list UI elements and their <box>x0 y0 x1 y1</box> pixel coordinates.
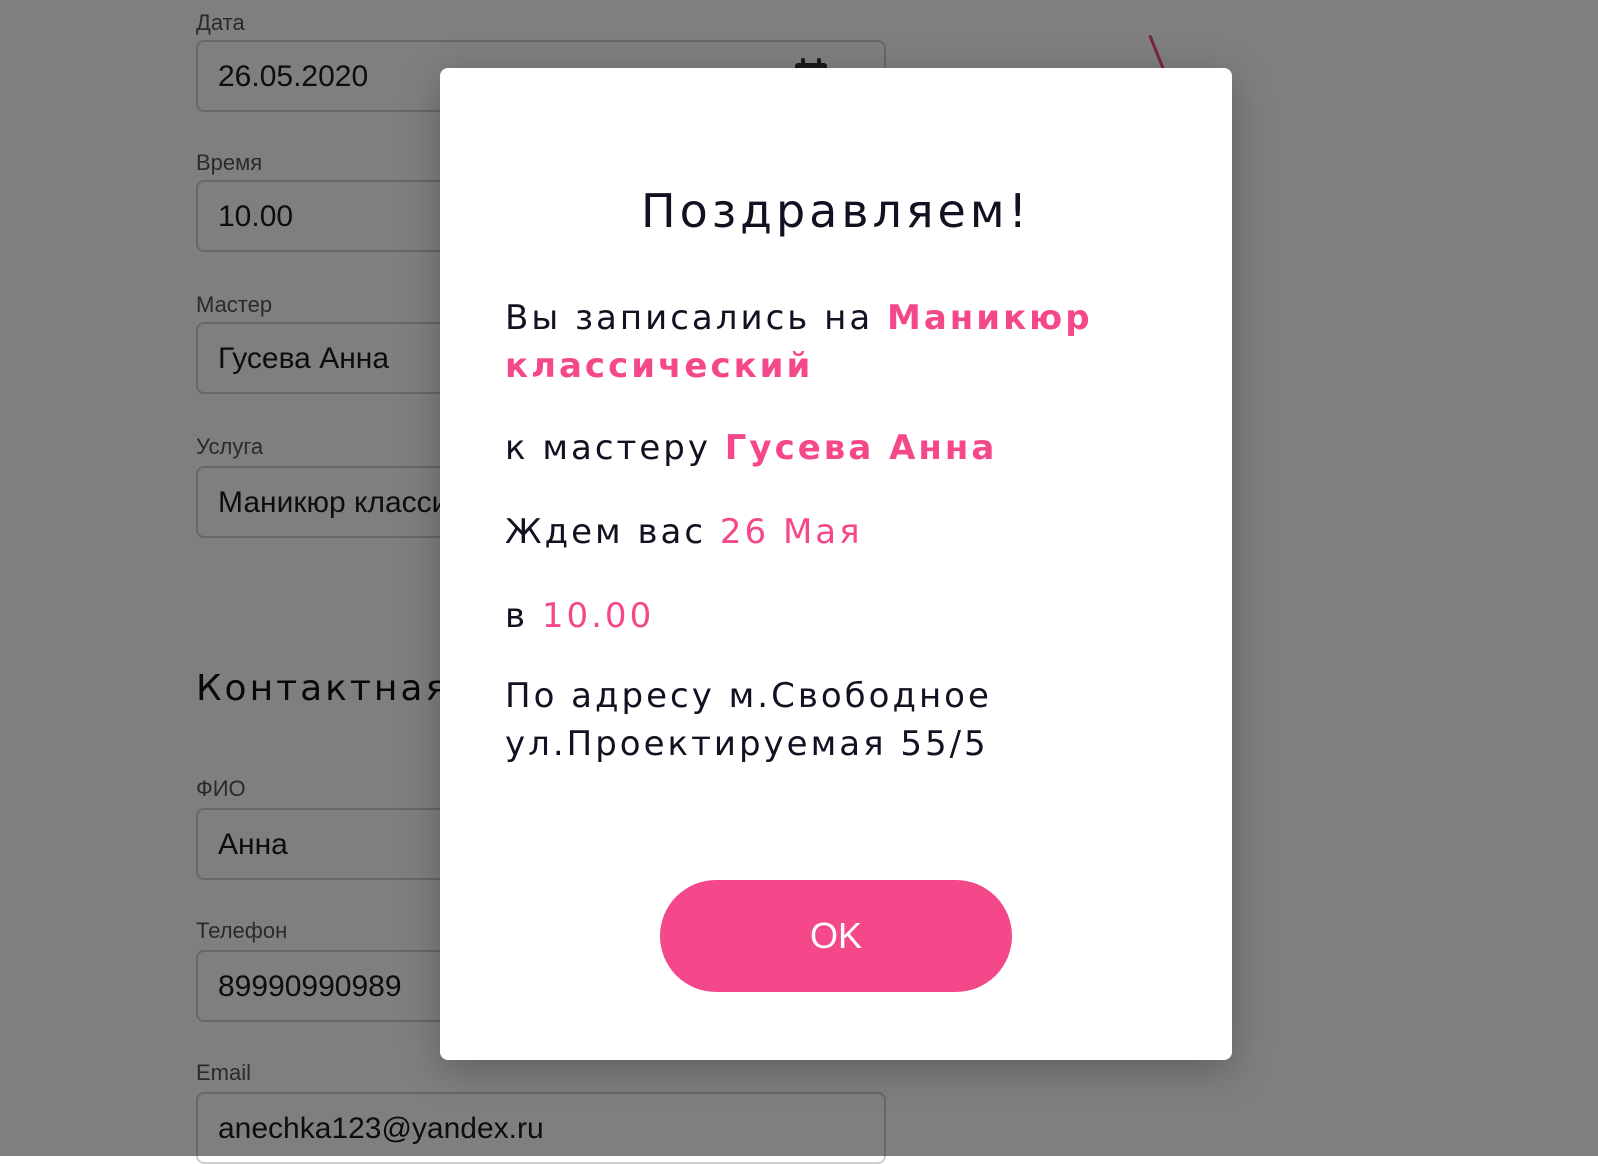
ok-button[interactable]: OK <box>660 880 1012 992</box>
date-line-prefix: Ждем вас <box>505 512 707 552</box>
time-line-prefix: в <box>505 596 529 636</box>
master-name: Гусева Анна <box>724 428 998 468</box>
date-line: Ждем вас 26 Мая <box>505 508 1145 556</box>
appointment-time: 10.00 <box>541 596 655 636</box>
time-line: в 10.00 <box>505 592 1145 640</box>
master-line: к мастеру Гусева Анна <box>505 424 1145 472</box>
dialog-title: Поздравляем! <box>640 184 1031 238</box>
confirmation-dialog: Поздравляем! Вы записались на Маникюр кл… <box>440 68 1232 1060</box>
appointment-date: 26 Мая <box>719 512 863 552</box>
service-line-prefix: Вы записались на <box>505 298 874 338</box>
service-line: Вы записались на Маникюр классический <box>505 294 1145 390</box>
master-line-prefix: к мастеру <box>505 428 711 468</box>
address-text: По адресу м.Свободное ул.Проектируемая 5… <box>505 676 992 764</box>
